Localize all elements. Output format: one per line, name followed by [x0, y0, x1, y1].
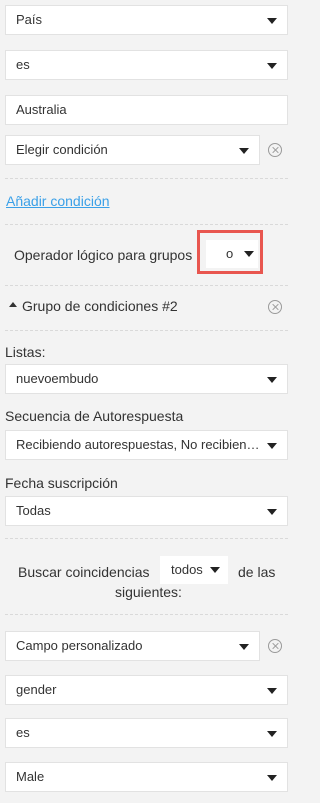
collapse-triangle-icon[interactable]	[9, 302, 17, 307]
divider	[5, 178, 288, 179]
field-select[interactable]: País	[5, 5, 288, 35]
group-header: Grupo de condiciones #2	[22, 298, 178, 314]
value-input-text: Australia	[16, 102, 67, 117]
remove-condition-icon[interactable]	[268, 639, 282, 653]
remove-condition-icon[interactable]	[268, 143, 282, 157]
divider	[5, 224, 288, 225]
chevron-down-icon	[267, 63, 277, 69]
logic-operator-select[interactable]: o	[206, 240, 258, 268]
autoresponse-select[interactable]: Recibiendo autorespuestas, No recibiendo…	[5, 430, 288, 460]
chevron-down-icon	[267, 377, 277, 383]
custom-value-select[interactable]: Male	[5, 762, 288, 792]
match-select[interactable]: todos	[160, 556, 228, 584]
lists-select[interactable]: nuevoembudo	[5, 364, 288, 394]
subscription-select[interactable]: Todas	[5, 496, 288, 526]
custom-field-select-value: Campo personalizado	[16, 638, 143, 653]
logic-operator-value: o	[226, 246, 234, 261]
remove-group-icon[interactable]	[268, 300, 282, 314]
custom-field-name-select[interactable]: gender	[5, 675, 288, 705]
lists-label: Listas:	[5, 344, 46, 360]
match-suffix-label: de las	[238, 564, 276, 580]
divider	[5, 614, 288, 615]
operator-select-value: es	[16, 57, 30, 72]
condition-select-value: Elegir condición	[16, 142, 108, 157]
custom-operator-select[interactable]: es	[5, 718, 288, 748]
chevron-down-icon	[239, 644, 249, 650]
chevron-down-icon	[267, 509, 277, 515]
divider	[5, 538, 288, 539]
custom-value-value: Male	[16, 769, 45, 784]
chevron-down-icon	[267, 775, 277, 781]
chevron-down-icon	[239, 148, 249, 154]
subscription-label: Fecha suscripción	[5, 475, 118, 491]
custom-field-select[interactable]: Campo personalizado	[5, 631, 260, 661]
chevron-down-icon	[267, 731, 277, 737]
lists-select-value: nuevoembudo	[16, 371, 99, 386]
chevron-down-icon	[267, 443, 277, 449]
condition-select[interactable]: Elegir condición	[5, 135, 260, 165]
subscription-select-value: Todas	[16, 503, 51, 518]
divider	[5, 330, 288, 331]
add-condition-link[interactable]: Añadir condición	[6, 193, 110, 209]
logic-operator-label: Operador lógico para grupos	[14, 247, 193, 263]
divider	[5, 285, 288, 286]
autoresponse-select-value: Recibiendo autorespuestas, No recibiendo…	[16, 437, 287, 452]
chevron-down-icon	[210, 567, 220, 573]
chevron-down-icon	[267, 18, 277, 24]
custom-field-name-value: gender	[16, 682, 57, 697]
autoresponse-label: Secuencia de Autorespuesta	[5, 408, 184, 424]
custom-operator-value: es	[16, 725, 30, 740]
match-suffix-label-2: siguientes:	[115, 584, 182, 600]
operator-select[interactable]: es	[5, 50, 288, 80]
chevron-down-icon	[244, 251, 254, 257]
match-select-value: todos	[171, 562, 203, 577]
chevron-down-icon	[267, 688, 277, 694]
field-select-value: País	[16, 12, 43, 27]
match-prefix-label: Buscar coincidencias	[18, 564, 150, 580]
value-input[interactable]: Australia	[5, 95, 288, 125]
